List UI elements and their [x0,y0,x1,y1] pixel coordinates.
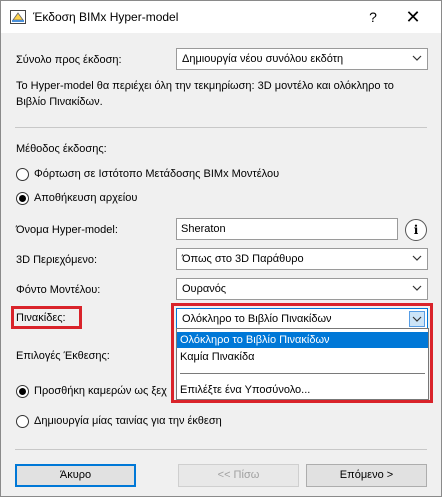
hypermodel-name-value: Sheraton [181,223,226,235]
chevron-down-icon [412,55,422,61]
movie-label[interactable]: Δημιουργία μίας ταινίας για την έκθεση [34,415,222,427]
3d-content-value: Όπως στο 3D Παράθυρο [182,253,304,265]
bimx-app-icon [10,10,26,24]
layouts-dropdown-highlight [171,303,433,403]
layouts-label: Πινακίδες: [16,312,66,324]
title-bar: Έκδοση BIMx Hyper-model ? ✕ [1,1,441,33]
method-save-label[interactable]: Αποθήκευση αρχείου [34,192,137,204]
method-upload-label[interactable]: Φόρτωση σε Ιστότοπο Μετάδοσης BIMx Μοντέ… [34,168,279,180]
cancel-button[interactable]: Άκυρο [15,464,136,487]
method-label: Μέθοδος έκδοσης: [16,143,107,155]
next-button[interactable]: Επόμενο > [306,464,427,487]
movie-radio[interactable] [16,415,29,428]
chevron-down-icon [412,285,422,291]
window-title: Έκδοση BIMx Hyper-model [33,10,179,24]
background-value: Ουρανός [182,283,227,295]
help-button[interactable]: ? [357,6,389,28]
background-label: Φόντο Μοντέλου: [16,284,101,296]
export-set-note-line1: Το Hyper-model θα περιέχει όλη την τεκμη… [16,80,394,92]
back-button[interactable]: << Πίσω [178,464,299,487]
3d-content-dropdown[interactable]: Όπως στο 3D Παράθυρο [176,248,428,270]
cameras-radio[interactable] [16,385,29,398]
divider [15,127,427,128]
info-icon[interactable]: i [405,219,427,241]
export-set-note-line2: Βιβλίο Πινακίδων. [16,96,103,108]
background-dropdown[interactable]: Ουρανός [176,278,428,300]
export-set-label: Σύνολο προς έκδοση: [16,54,122,66]
export-set-dropdown[interactable]: Δημιουργία νέου συνόλου εκδότη [176,48,428,70]
divider [15,449,427,450]
display-options-label: Επιλογές Έκθεσης: [16,350,110,362]
method-save-radio[interactable] [16,192,29,205]
3d-content-label: 3D Περιεχόμενο: [16,254,98,266]
hypermodel-name-label: Όνομα Hyper-model: [16,224,118,236]
chevron-down-icon [412,255,422,261]
export-set-value: Δημιουργία νέου συνόλου εκδότη [182,53,344,65]
method-upload-radio[interactable] [16,168,29,181]
export-bimx-dialog: Έκδοση BIMx Hyper-model ? ✕ Σύνολο προς … [0,0,442,497]
hypermodel-name-field[interactable]: Sheraton [176,218,398,240]
cameras-label[interactable]: Προσθήκη καμερών ως ξεχ [34,385,167,397]
close-button[interactable]: ✕ [397,6,429,28]
